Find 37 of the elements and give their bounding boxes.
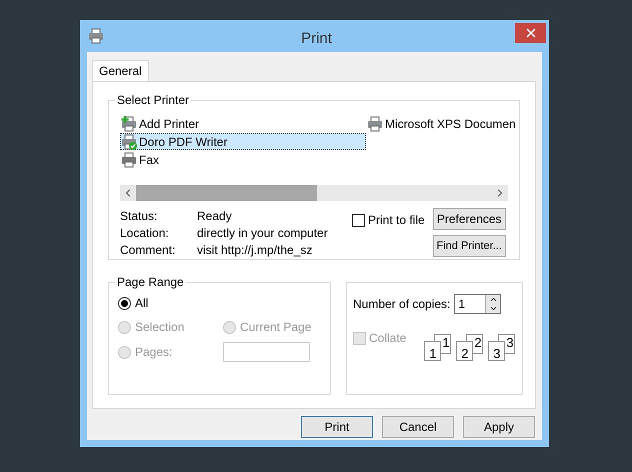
page-sheet-number: 1 <box>442 336 450 350</box>
copies-spinner[interactable]: 1 <box>454 294 502 314</box>
info-value: Ready <box>197 208 232 225</box>
printer-item[interactable]: Microsoft XPS Documen <box>366 115 516 132</box>
dialog-button[interactable]: Print <box>301 416 373 438</box>
dialog-button[interactable]: Apply <box>463 416 535 438</box>
add-printer-icon <box>121 116 137 132</box>
page-sheet: 1 <box>424 341 442 361</box>
scrollbar-thumb[interactable] <box>136 185 317 201</box>
fax-icon <box>121 152 137 168</box>
tab[interactable]: General <box>92 60 149 81</box>
page-sheet: 2 <box>456 341 474 361</box>
radio-option[interactable]: All <box>118 294 223 312</box>
info-value: visit http://j.mp/the_sz <box>197 242 312 259</box>
spin-down-icon <box>488 304 498 313</box>
page-sheet-number: 2 <box>474 336 482 350</box>
info-value: directly in your computer <box>197 225 328 242</box>
horizontal-scrollbar[interactable] <box>120 185 508 201</box>
printer-icon <box>121 134 137 150</box>
printer-item[interactable]: Fax <box>120 151 366 168</box>
page-sheet-number: 3 <box>506 336 514 350</box>
printer-icon <box>367 116 383 132</box>
print-to-file-checkbox[interactable]: Print to file <box>352 211 425 229</box>
printer-item[interactable]: Add Printer <box>120 115 366 132</box>
printer-item[interactable]: Doro PDF Writer <box>120 133 366 150</box>
dialog-button[interactable]: Cancel <box>382 416 454 438</box>
copies-label: Number of copies: <box>353 296 450 313</box>
info-label: Status: <box>120 208 158 225</box>
info-label: Location: <box>120 225 170 242</box>
page-sheet: 3 <box>488 341 506 361</box>
window-title: Print <box>300 29 333 49</box>
printer-icon <box>88 28 104 44</box>
find-printer-button[interactable]: Find Printer... <box>432 235 506 257</box>
spin-up-icon <box>488 295 498 304</box>
close-button[interactable] <box>515 23 546 43</box>
info-label: Comment: <box>120 242 176 259</box>
preferences-button[interactable]: Preferences <box>432 208 506 230</box>
